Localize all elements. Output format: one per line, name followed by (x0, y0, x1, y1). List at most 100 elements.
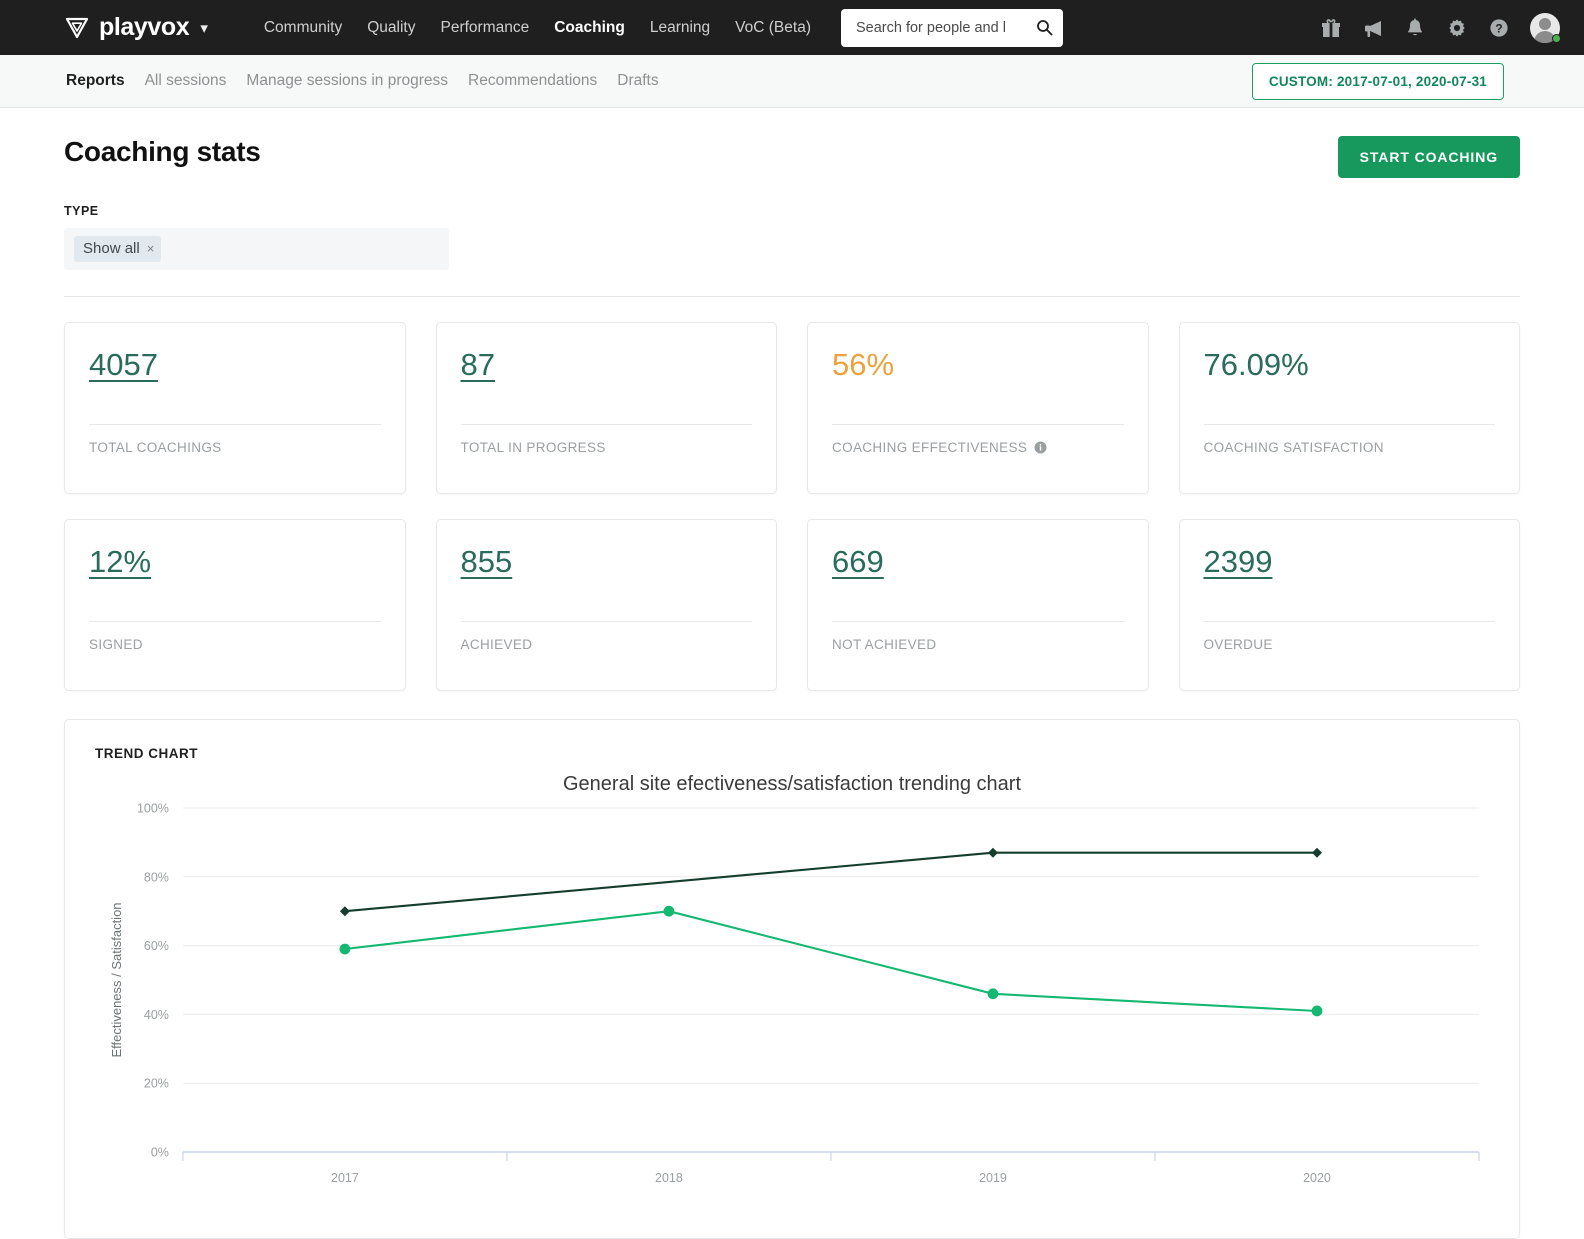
page-title: Coaching stats (64, 136, 261, 167)
stat-label-text: OVERDUE (1203, 636, 1273, 652)
page-content: Coaching stats START COACHING TYPE Show … (0, 108, 1584, 1239)
stat-rule (832, 423, 1124, 425)
subnav-item-all-sessions[interactable]: All sessions (145, 72, 227, 90)
svg-text:0%: 0% (151, 1145, 169, 1159)
stat-label: NOT ACHIEVED (832, 637, 1124, 652)
filter-tag-label: Show all (83, 240, 140, 257)
primary-nav: Community Quality Performance Coaching L… (264, 19, 811, 37)
svg-text:60%: 60% (144, 939, 169, 953)
stat-rule (832, 620, 1124, 622)
chart-area: General site efectiveness/satisfaction t… (95, 773, 1489, 1213)
svg-text:20%: 20% (144, 1077, 169, 1091)
search-icon[interactable] (1036, 19, 1053, 36)
chevron-down-icon[interactable]: ▾ (200, 19, 208, 37)
date-range-selector[interactable]: CUSTOM: 2017-07-01, 2020-07-31 (1251, 62, 1504, 100)
subnav-item-reports[interactable]: Reports (66, 72, 125, 90)
stat-card-achieved[interactable]: 855 ACHIEVED (435, 519, 777, 691)
stat-value[interactable]: 855 (461, 545, 513, 579)
stat-label-text: COACHING SATISFACTION (1203, 439, 1384, 455)
secondary-navigation-bar: Reports All sessions Manage sessions in … (0, 55, 1584, 108)
help-icon[interactable]: ? (1488, 17, 1510, 39)
svg-text:2017: 2017 (331, 1171, 359, 1185)
stats-row-2: 12% SIGNED 855 ACHIEVED 669 NOT ACHIEVED… (64, 519, 1520, 691)
search-input[interactable] (853, 18, 1036, 37)
stat-card-overdue[interactable]: 2399 OVERDUE (1178, 519, 1520, 691)
stat-label: SIGNED (89, 637, 381, 652)
stat-label-text: ACHIEVED (460, 636, 533, 652)
nav-item-quality[interactable]: Quality (367, 19, 415, 37)
svg-text:2018: 2018 (655, 1171, 683, 1185)
trend-line-chart[interactable]: 0% 20% 40% 60% 80% 100% 2017 2018 2019 2020 Effect… (95, 796, 1489, 1191)
stat-label: TOTAL COACHINGS (89, 440, 381, 455)
stat-label-text: COACHING EFFECTIVENESS (832, 439, 1028, 455)
stat-label-text: NOT ACHIEVED (832, 636, 937, 652)
svg-text:80%: 80% (144, 870, 169, 884)
stat-label-text: SIGNED (89, 636, 143, 652)
stat-value[interactable]: 4057 (89, 348, 158, 382)
subnav-item-manage-sessions[interactable]: Manage sessions in progress (246, 72, 448, 90)
stat-label-text: TOTAL COACHINGS (89, 439, 222, 455)
stat-label: ACHIEVED (461, 637, 753, 652)
svg-text:40%: 40% (144, 1008, 169, 1022)
nav-item-performance[interactable]: Performance (440, 19, 529, 37)
nav-item-coaching[interactable]: Coaching (554, 19, 625, 37)
svg-text:Effectiveness / Satisfaction: Effectiveness / Satisfaction (109, 902, 124, 1057)
brand-name: playvox (99, 13, 190, 41)
stat-rule (460, 423, 752, 425)
playvox-logo-icon (64, 15, 90, 41)
close-icon[interactable]: × (147, 242, 155, 255)
stat-label: TOTAL IN PROGRESS (461, 440, 753, 455)
stat-label-text: TOTAL IN PROGRESS (460, 439, 606, 455)
stat-card-coaching-effectiveness[interactable]: 56% COACHING EFFECTIVENESS (807, 322, 1149, 494)
svg-text:2019: 2019 (979, 1171, 1007, 1185)
header-actions: ? (1320, 12, 1561, 43)
nav-item-voc-beta[interactable]: VoC (Beta) (735, 19, 811, 37)
info-icon[interactable] (1034, 441, 1047, 454)
bell-icon[interactable] (1404, 17, 1426, 39)
stat-card-coaching-satisfaction[interactable]: 76.09% COACHING SATISFACTION (1178, 322, 1520, 494)
svg-text:2020: 2020 (1303, 1171, 1331, 1185)
brand-logo[interactable]: playvox ▾ (64, 15, 208, 41)
online-status-dot (1552, 33, 1561, 43)
avatar[interactable] (1530, 12, 1561, 43)
stat-label: COACHING EFFECTIVENESS (832, 440, 1124, 455)
top-navigation-bar: playvox ▾ Community Quality Performance … (0, 0, 1584, 55)
stat-card-not-achieved[interactable]: 669 NOT ACHIEVED (807, 519, 1149, 691)
stat-value[interactable]: 12% (89, 545, 151, 579)
stat-card-signed[interactable]: 12% SIGNED (64, 519, 406, 691)
stat-value: 56% (832, 347, 895, 382)
type-filter-input[interactable]: Show all × (64, 228, 449, 270)
stat-value[interactable]: 87 (461, 348, 495, 382)
page-header: Coaching stats START COACHING (64, 108, 1520, 178)
subnav-item-recommendations[interactable]: Recommendations (468, 72, 597, 90)
gift-icon[interactable] (1320, 17, 1342, 39)
stat-rule (460, 620, 752, 622)
megaphone-icon[interactable] (1362, 17, 1384, 39)
stat-value: 76.09% (1203, 347, 1309, 382)
stat-value[interactable]: 669 (832, 545, 884, 579)
stat-card-total-coachings[interactable]: 4057 TOTAL COACHINGS (64, 322, 406, 494)
stat-rule (1203, 620, 1495, 622)
stat-rule (89, 423, 381, 425)
search-container[interactable] (840, 8, 1063, 47)
trend-chart-title: TREND CHART (95, 746, 198, 761)
filter-tag-show-all[interactable]: Show all × (74, 236, 162, 262)
svg-text:100%: 100% (137, 801, 169, 815)
stat-value[interactable]: 2399 (1204, 545, 1273, 579)
start-coaching-button[interactable]: START COACHING (1337, 136, 1520, 178)
trend-chart-panel: TREND CHART General site efectiveness/sa… (64, 719, 1520, 1239)
subnav-item-drafts[interactable]: Drafts (617, 72, 658, 90)
coaching-subnav: Reports All sessions Manage sessions in … (66, 72, 659, 90)
stat-label: COACHING SATISFACTION (1204, 440, 1496, 455)
stat-rule (1203, 423, 1495, 425)
stat-card-total-in-progress[interactable]: 87 TOTAL IN PROGRESS (435, 322, 777, 494)
stats-row-1: 4057 TOTAL COACHINGS 87 TOTAL IN PROGRES… (64, 322, 1520, 494)
type-filter-label: TYPE (64, 204, 99, 218)
svg-text:?: ? (1495, 21, 1502, 35)
stat-rule (89, 620, 381, 622)
nav-item-community[interactable]: Community (264, 19, 342, 37)
gear-icon[interactable] (1446, 17, 1468, 39)
stat-label: OVERDUE (1204, 637, 1496, 652)
nav-item-learning[interactable]: Learning (650, 19, 710, 37)
section-divider (64, 296, 1520, 297)
